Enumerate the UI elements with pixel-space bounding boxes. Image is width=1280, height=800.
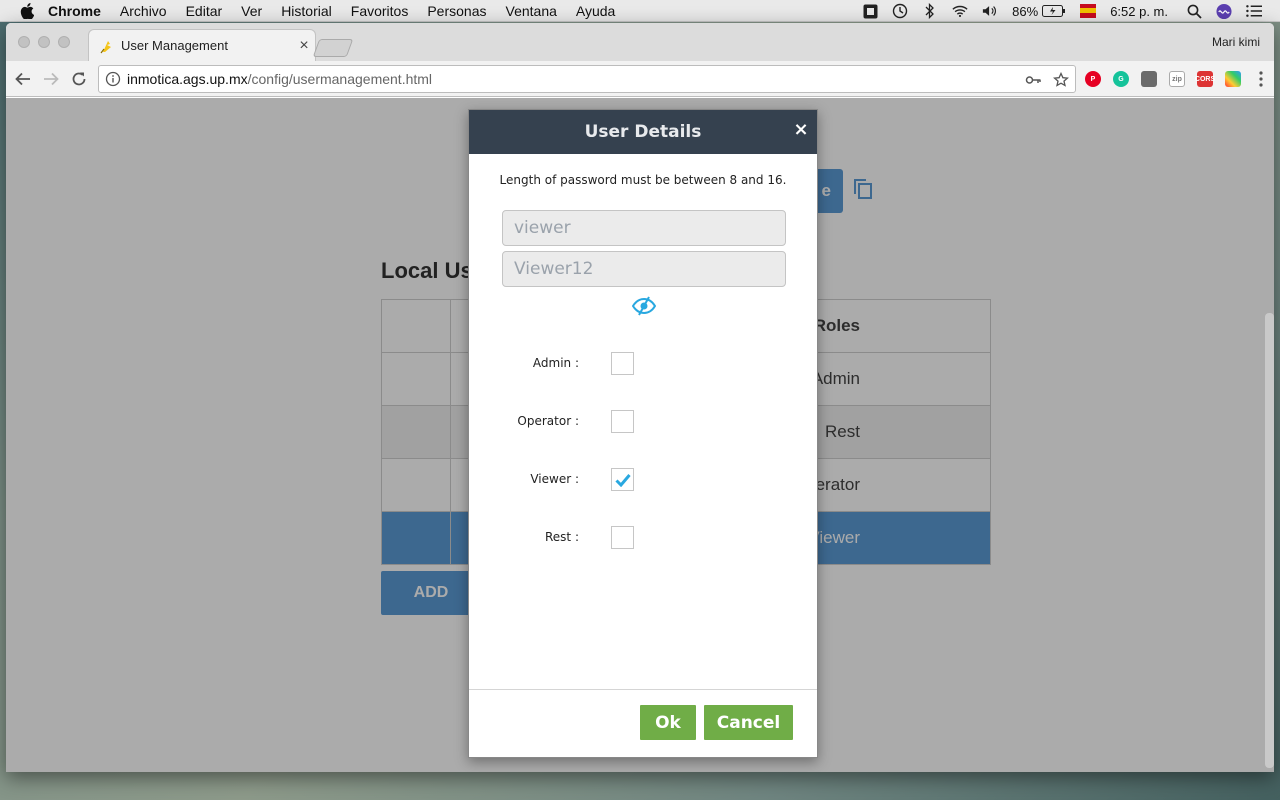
address-bar[interactable]: inmotica.ags.up.mx/config/usermanagement… xyxy=(98,65,1076,93)
menu-chrome[interactable]: Chrome xyxy=(48,3,101,19)
menu-editar[interactable]: Editar xyxy=(186,3,223,19)
time-machine-icon[interactable] xyxy=(892,3,908,19)
role-label-admin: Admin : xyxy=(532,356,579,370)
apple-icon[interactable] xyxy=(20,2,34,19)
wifi-icon[interactable] xyxy=(952,3,968,19)
role-row-operator: Operator : xyxy=(469,410,819,434)
browser-toolbar: inmotica.ags.up.mx/config/usermanagement… xyxy=(6,61,1274,97)
rest-checkbox[interactable] xyxy=(611,526,634,549)
info-icon[interactable] xyxy=(105,71,121,87)
siri-icon[interactable] xyxy=(1216,3,1232,19)
clock[interactable]: 6:52 p. m. xyxy=(1110,4,1168,19)
page-content: e Local Us Roles Admin Rest perator View… xyxy=(6,98,1274,772)
color-extension-icon[interactable] xyxy=(1225,71,1241,87)
tab-strip: User Management × Mari kimi xyxy=(6,23,1274,61)
menu-ver[interactable]: Ver xyxy=(241,3,262,19)
reload-icon[interactable] xyxy=(68,68,90,90)
role-row-admin: Admin : xyxy=(469,352,819,376)
profile-name[interactable]: Mari kimi xyxy=(1212,35,1260,49)
dialog-title: User Details xyxy=(584,122,702,142)
forward-icon[interactable] xyxy=(40,68,62,90)
password-field[interactable] xyxy=(502,251,786,287)
menu-personas[interactable]: Personas xyxy=(427,3,486,19)
password-length-note: Length of password must be between 8 and… xyxy=(499,173,787,187)
user-details-dialog: User Details × Length of password must b… xyxy=(468,109,818,758)
chrome-menu-icon[interactable] xyxy=(1250,68,1272,90)
role-label-viewer: Viewer : xyxy=(530,472,579,486)
key-icon[interactable] xyxy=(1025,72,1041,88)
gitzip-icon[interactable]: zip xyxy=(1169,71,1185,87)
close-icon[interactable]: × xyxy=(793,121,809,139)
browser-window: User Management × Mari kimi inmotica.ags… xyxy=(6,23,1274,772)
admin-checkbox[interactable] xyxy=(611,352,634,375)
mac-menubar: Chrome Archivo Editar Ver Historial Favo… xyxy=(0,0,1280,22)
role-label-rest: Rest : xyxy=(545,530,579,544)
back-icon[interactable] xyxy=(12,68,34,90)
tab-close-icon[interactable]: × xyxy=(293,37,315,55)
ok-button[interactable]: Ok xyxy=(640,705,696,740)
extension-icon[interactable] xyxy=(1141,71,1157,87)
battery-icon[interactable] xyxy=(1042,3,1066,19)
menu-historial[interactable]: Historial xyxy=(281,3,332,19)
role-row-rest: Rest : xyxy=(469,526,819,550)
role-row-viewer: Viewer : xyxy=(469,468,819,492)
dialog-footer-divider xyxy=(469,689,817,690)
tab-title: User Management xyxy=(121,38,228,53)
dialog-header: User Details × xyxy=(469,110,817,154)
volume-icon[interactable] xyxy=(982,3,998,19)
favicon-icon xyxy=(100,40,111,53)
grammarly-icon[interactable]: G xyxy=(1113,71,1129,87)
url-path: /config/usermanagement.html xyxy=(247,71,433,87)
battery-percentage: 86% xyxy=(1012,3,1039,19)
menu-ventana[interactable]: Ventana xyxy=(506,3,557,19)
page-scrollbar[interactable] xyxy=(1265,313,1274,768)
check-icon xyxy=(614,473,631,487)
tab-user-management[interactable]: User Management × xyxy=(88,29,316,61)
eye-visibility-icon[interactable] xyxy=(632,296,656,316)
cors-icon[interactable]: CORS xyxy=(1195,71,1215,87)
operator-checkbox[interactable] xyxy=(611,410,634,433)
menu-ayuda[interactable]: Ayuda xyxy=(576,3,615,19)
search-icon[interactable] xyxy=(1186,3,1202,19)
window-zoom-button[interactable] xyxy=(58,36,70,48)
cancel-button[interactable]: Cancel xyxy=(704,705,793,740)
window-minimize-button[interactable] xyxy=(38,36,50,48)
menu-archivo[interactable]: Archivo xyxy=(120,3,167,19)
bluetooth-icon[interactable] xyxy=(922,3,938,19)
app-status-icon[interactable] xyxy=(862,3,878,19)
star-icon[interactable] xyxy=(1053,72,1069,88)
pinterest-icon[interactable]: P xyxy=(1085,71,1101,87)
username-field[interactable] xyxy=(502,210,786,246)
viewer-checkbox[interactable] xyxy=(611,468,634,491)
role-label-operator: Operator : xyxy=(517,414,579,428)
input-source-flag-icon[interactable] xyxy=(1080,3,1097,19)
new-tab-button[interactable] xyxy=(312,39,354,57)
menu-favoritos[interactable]: Favoritos xyxy=(351,3,409,19)
notification-center-icon[interactable] xyxy=(1246,3,1262,19)
window-close-button[interactable] xyxy=(18,36,30,48)
url-host: inmotica.ags.up.mx xyxy=(127,71,248,87)
